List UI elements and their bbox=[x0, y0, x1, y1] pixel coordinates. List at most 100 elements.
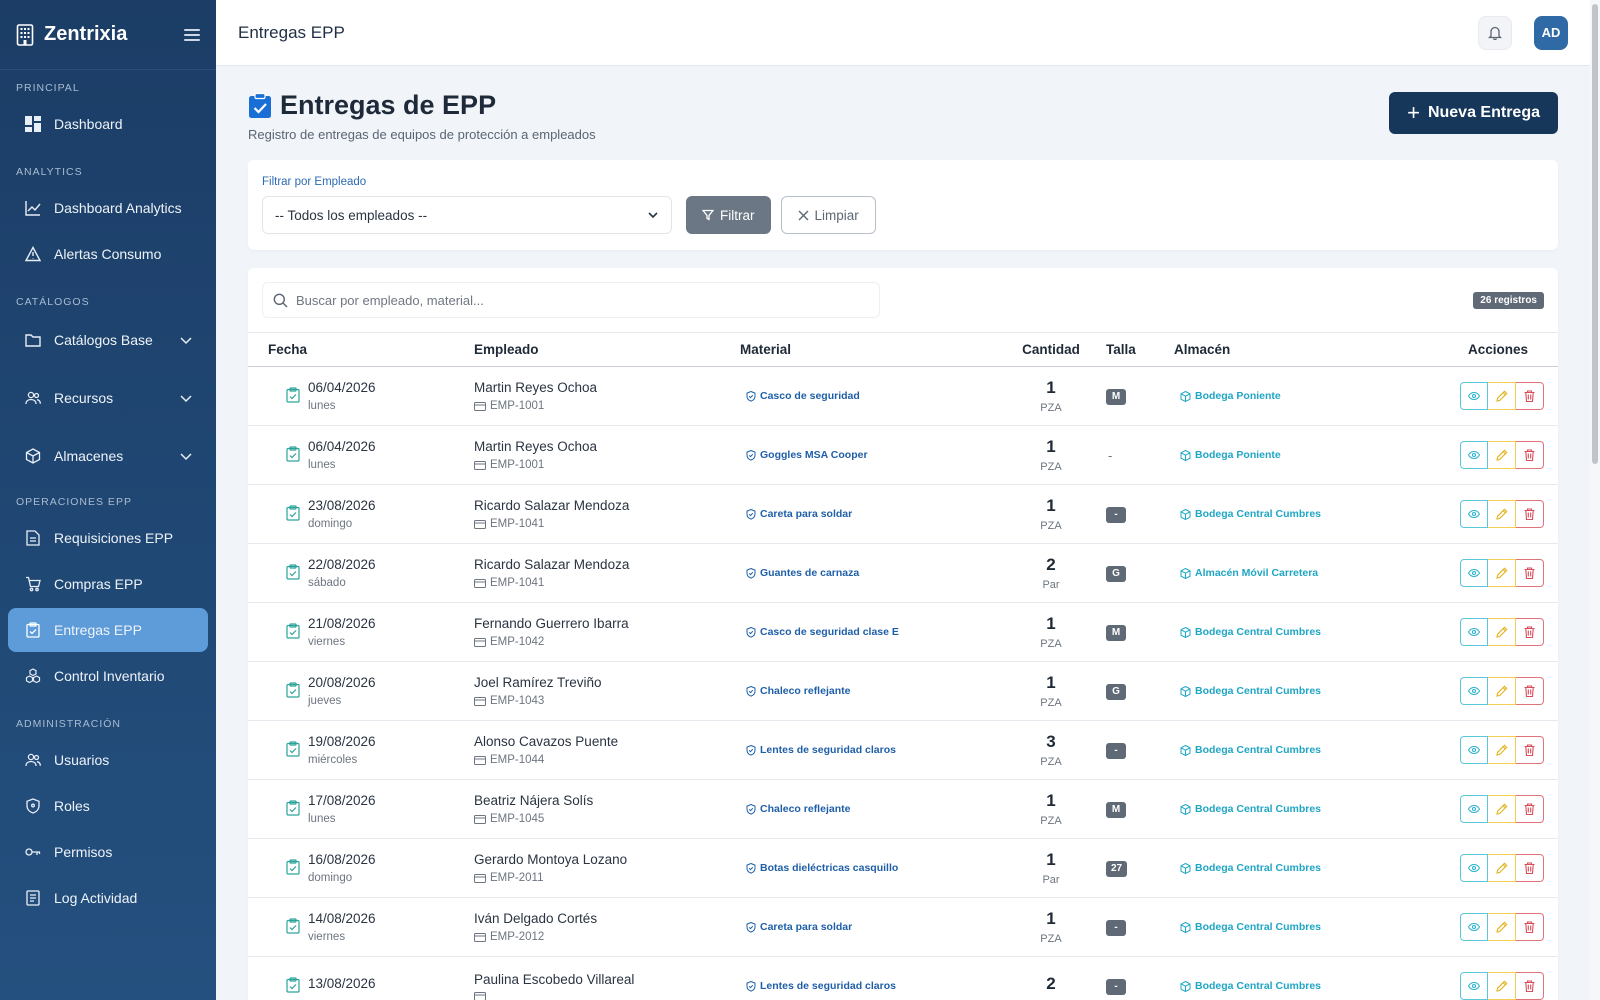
table-row[interactable]: 13/08/2026 Paulina Escobedo Villareal Le… bbox=[248, 956, 1558, 1000]
edit-button[interactable] bbox=[1488, 854, 1516, 882]
table-row[interactable]: 06/04/2026 lunes Martin Reyes Ochoa EMP-… bbox=[248, 425, 1558, 485]
material-link[interactable]: Botas dieléctricas casquillo bbox=[740, 862, 996, 874]
filter-button[interactable]: Filtrar bbox=[686, 196, 771, 234]
sidebar-item-alertas-consumo[interactable]: Alertas Consumo bbox=[8, 232, 208, 276]
view-button[interactable] bbox=[1460, 500, 1488, 528]
view-button[interactable] bbox=[1460, 972, 1488, 1000]
delete-button[interactable] bbox=[1516, 618, 1544, 646]
view-button[interactable] bbox=[1460, 854, 1488, 882]
page-scrollbar[interactable] bbox=[1590, 0, 1600, 1000]
sidebar-item-dashboard[interactable]: Dashboard bbox=[8, 102, 208, 146]
delete-button[interactable] bbox=[1516, 382, 1544, 410]
warehouse-link[interactable]: Bodega Poniente bbox=[1174, 449, 1404, 461]
table-row[interactable]: 23/08/2026 domingo Ricardo Salazar Mendo… bbox=[248, 484, 1558, 544]
delete-button[interactable] bbox=[1516, 854, 1544, 882]
sidebar-item-control-inventario[interactable]: Control Inventario bbox=[8, 654, 208, 698]
material-link[interactable]: Lentes de seguridad claros bbox=[740, 744, 996, 756]
sidebar-item-dashboard-analytics[interactable]: Dashboard Analytics bbox=[8, 186, 208, 230]
employee-select[interactable]: -- Todos los empleados -- bbox=[262, 196, 672, 234]
sidebar-item-requisiciones-epp[interactable]: Requisiciones EPP bbox=[8, 516, 208, 560]
warehouse-link[interactable]: Bodega Central Cumbres bbox=[1174, 744, 1404, 756]
column-header-empleado[interactable]: Empleado bbox=[474, 332, 740, 367]
section-label-catalogos: CATÁLOGOS bbox=[16, 296, 90, 308]
view-button[interactable] bbox=[1460, 441, 1488, 469]
warehouse-link[interactable]: Bodega Central Cumbres bbox=[1174, 626, 1404, 638]
delete-button[interactable] bbox=[1516, 972, 1544, 1000]
sidebar-item-usuarios[interactable]: Usuarios bbox=[8, 738, 208, 782]
size-badge: - bbox=[1106, 920, 1126, 936]
sidebar-item-permisos[interactable]: Permisos bbox=[8, 830, 208, 874]
delete-button[interactable] bbox=[1516, 559, 1544, 587]
eye-icon bbox=[1468, 451, 1480, 459]
edit-button[interactable] bbox=[1488, 441, 1516, 469]
material-link[interactable]: Chaleco reflejante bbox=[740, 803, 996, 815]
material-link[interactable]: Careta para soldar bbox=[740, 921, 996, 933]
edit-button[interactable] bbox=[1488, 559, 1516, 587]
view-button[interactable] bbox=[1460, 795, 1488, 823]
edit-button[interactable] bbox=[1488, 913, 1516, 941]
sidebar-item-entregas-epp[interactable]: Entregas EPP bbox=[8, 608, 208, 652]
employee-id-text: EMP-1001 bbox=[490, 459, 545, 471]
edit-button[interactable] bbox=[1488, 618, 1516, 646]
view-button[interactable] bbox=[1460, 382, 1488, 410]
warehouse-link[interactable]: Bodega Central Cumbres bbox=[1174, 508, 1404, 520]
material-link[interactable]: Chaleco reflejante bbox=[740, 685, 996, 697]
column-header-material[interactable]: Material bbox=[740, 332, 996, 367]
edit-button[interactable] bbox=[1488, 972, 1516, 1000]
delete-button[interactable] bbox=[1516, 913, 1544, 941]
table-row[interactable]: 06/04/2026 lunes Martin Reyes Ochoa EMP-… bbox=[248, 366, 1558, 426]
view-button[interactable] bbox=[1460, 736, 1488, 764]
new-delivery-button[interactable]: + Nueva Entrega bbox=[1389, 92, 1558, 134]
user-avatar[interactable]: AD bbox=[1534, 15, 1568, 50]
column-header-almacen[interactable]: Almacén bbox=[1174, 332, 1404, 367]
table-row[interactable]: 21/08/2026 viernes Fernando Guerrero Iba… bbox=[248, 602, 1558, 662]
view-button[interactable] bbox=[1460, 913, 1488, 941]
clear-button[interactable]: Limpiar bbox=[780, 196, 876, 234]
sidebar-item-recursos[interactable]: Recursos bbox=[8, 374, 208, 422]
menu-toggle-icon[interactable] bbox=[184, 28, 200, 41]
view-button[interactable] bbox=[1460, 618, 1488, 646]
warehouse-link[interactable]: Bodega Poniente bbox=[1174, 390, 1404, 402]
sidebar-item-catalogos-base[interactable]: Catálogos Base bbox=[8, 316, 208, 364]
edit-button[interactable] bbox=[1488, 500, 1516, 528]
edit-button[interactable] bbox=[1488, 736, 1516, 764]
column-header-talla[interactable]: Talla bbox=[1106, 332, 1174, 367]
material-link[interactable]: Lentes de seguridad claros bbox=[740, 980, 996, 992]
column-header-cantidad[interactable]: Cantidad bbox=[996, 332, 1106, 367]
material-link[interactable]: Guantes de carnaza bbox=[740, 567, 996, 579]
table-row[interactable]: 17/08/2026 lunes Beatriz Nájera Solís EM… bbox=[248, 779, 1558, 839]
sidebar-item-log-actividad[interactable]: Log Actividad bbox=[8, 876, 208, 920]
edit-button[interactable] bbox=[1488, 795, 1516, 823]
delete-button[interactable] bbox=[1516, 677, 1544, 705]
warehouse-link[interactable]: Bodega Central Cumbres bbox=[1174, 980, 1404, 992]
sidebar-item-almacenes[interactable]: Almacenes bbox=[8, 432, 208, 480]
material-link[interactable]: Goggles MSA Cooper bbox=[740, 449, 996, 461]
table-row[interactable]: 16/08/2026 domingo Gerardo Montoya Lozan… bbox=[248, 838, 1558, 898]
material-link[interactable]: Casco de seguridad bbox=[740, 390, 996, 402]
notifications-button[interactable] bbox=[1478, 15, 1512, 50]
sidebar-item-compras-epp[interactable]: Compras EPP bbox=[8, 562, 208, 606]
warehouse-link[interactable]: Almacén Móvil Carretera bbox=[1174, 567, 1404, 579]
delete-button[interactable] bbox=[1516, 500, 1544, 528]
delete-button[interactable] bbox=[1516, 736, 1544, 764]
warehouse-link[interactable]: Bodega Central Cumbres bbox=[1174, 685, 1404, 697]
table-row[interactable]: 19/08/2026 miércoles Alonso Cavazos Puen… bbox=[248, 720, 1558, 780]
sidebar-item-roles[interactable]: Roles bbox=[8, 784, 208, 828]
table-row[interactable]: 22/08/2026 sábado Ricardo Salazar Mendoz… bbox=[248, 543, 1558, 603]
warehouse-link[interactable]: Bodega Central Cumbres bbox=[1174, 862, 1404, 874]
delete-button[interactable] bbox=[1516, 795, 1544, 823]
view-button[interactable] bbox=[1460, 677, 1488, 705]
search-input[interactable] bbox=[296, 292, 869, 308]
table-row[interactable]: 14/08/2026 viernes Iván Delgado Cortés E… bbox=[248, 897, 1558, 957]
warehouse-link[interactable]: Bodega Central Cumbres bbox=[1174, 803, 1404, 815]
column-header-fecha[interactable]: Fecha bbox=[248, 332, 474, 367]
delete-button[interactable] bbox=[1516, 441, 1544, 469]
edit-button[interactable] bbox=[1488, 677, 1516, 705]
pencil-icon bbox=[1495, 980, 1507, 992]
edit-button[interactable] bbox=[1488, 382, 1516, 410]
material-link[interactable]: Careta para soldar bbox=[740, 508, 996, 520]
table-row[interactable]: 20/08/2026 jueves Joel Ramírez Treviño E… bbox=[248, 661, 1558, 721]
warehouse-link[interactable]: Bodega Central Cumbres bbox=[1174, 921, 1404, 933]
view-button[interactable] bbox=[1460, 559, 1488, 587]
material-link[interactable]: Casco de seguridad clase E bbox=[740, 626, 996, 638]
